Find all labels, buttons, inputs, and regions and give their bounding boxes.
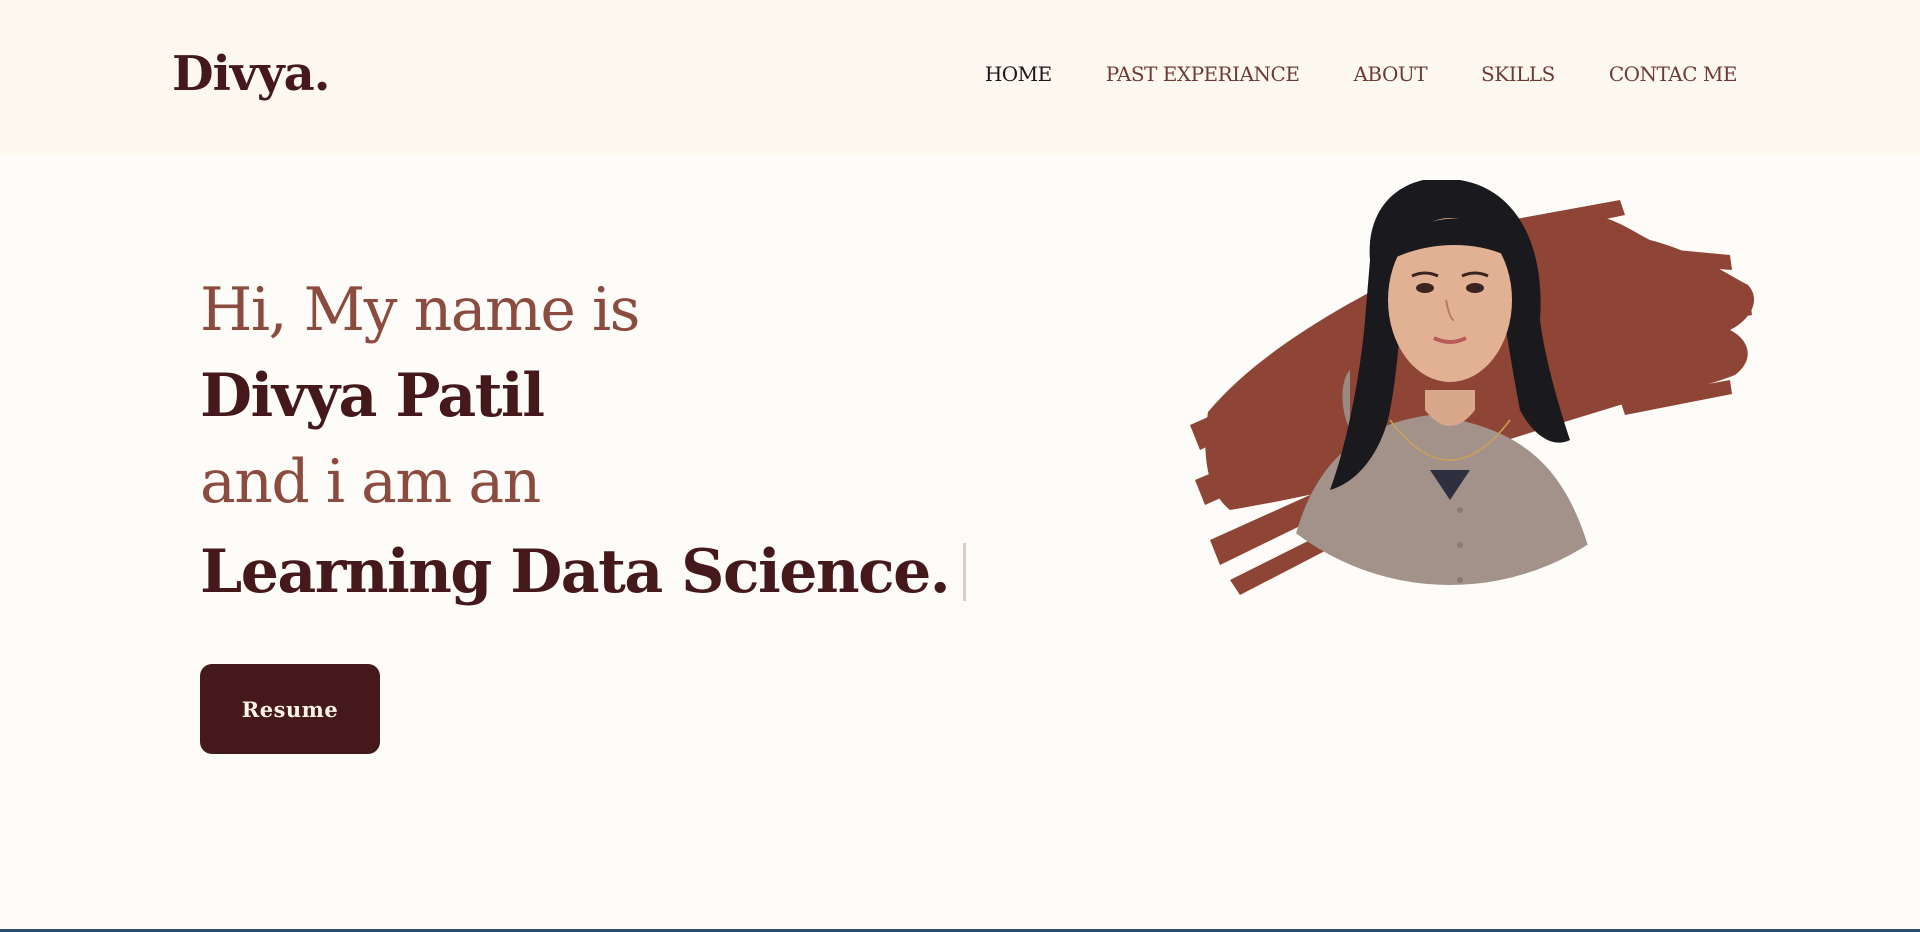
profile-photo-illustration [1190,178,1755,595]
navbar: Divya. HOME PAST EXPERIANCE ABOUT SKILLS… [0,0,1920,155]
nav-link-home[interactable]: HOME [985,60,1052,88]
hero-name: Divya Patil [200,361,545,431]
nav-menu: HOME PAST EXPERIANCE ABOUT SKILLS CONTAC… [985,60,1738,88]
hero-intro: Hi, My name is Divya Patil and i am an L… [200,267,967,615]
nav-link-about[interactable]: ABOUT [1353,60,1427,88]
logo[interactable]: Divya. [172,44,330,104]
nav-link-past-experiance[interactable]: PAST EXPERIANCE [1106,60,1300,88]
profile-image [1150,178,1760,680]
hero-role-row: Learning Data Science. [200,529,967,615]
hero-subtitle: and i am an [200,447,541,517]
resume-button[interactable]: Resume [200,664,380,754]
nav-link-skills[interactable]: SKILLS [1481,60,1555,88]
page: Divya. HOME PAST EXPERIANCE ABOUT SKILLS… [0,0,1920,932]
hero-role: Learning Data Science. [200,537,951,607]
nav-link-contact[interactable]: CONTAC ME [1609,60,1738,88]
typing-cursor [963,543,967,601]
hero-greeting: Hi, My name is [200,275,640,345]
